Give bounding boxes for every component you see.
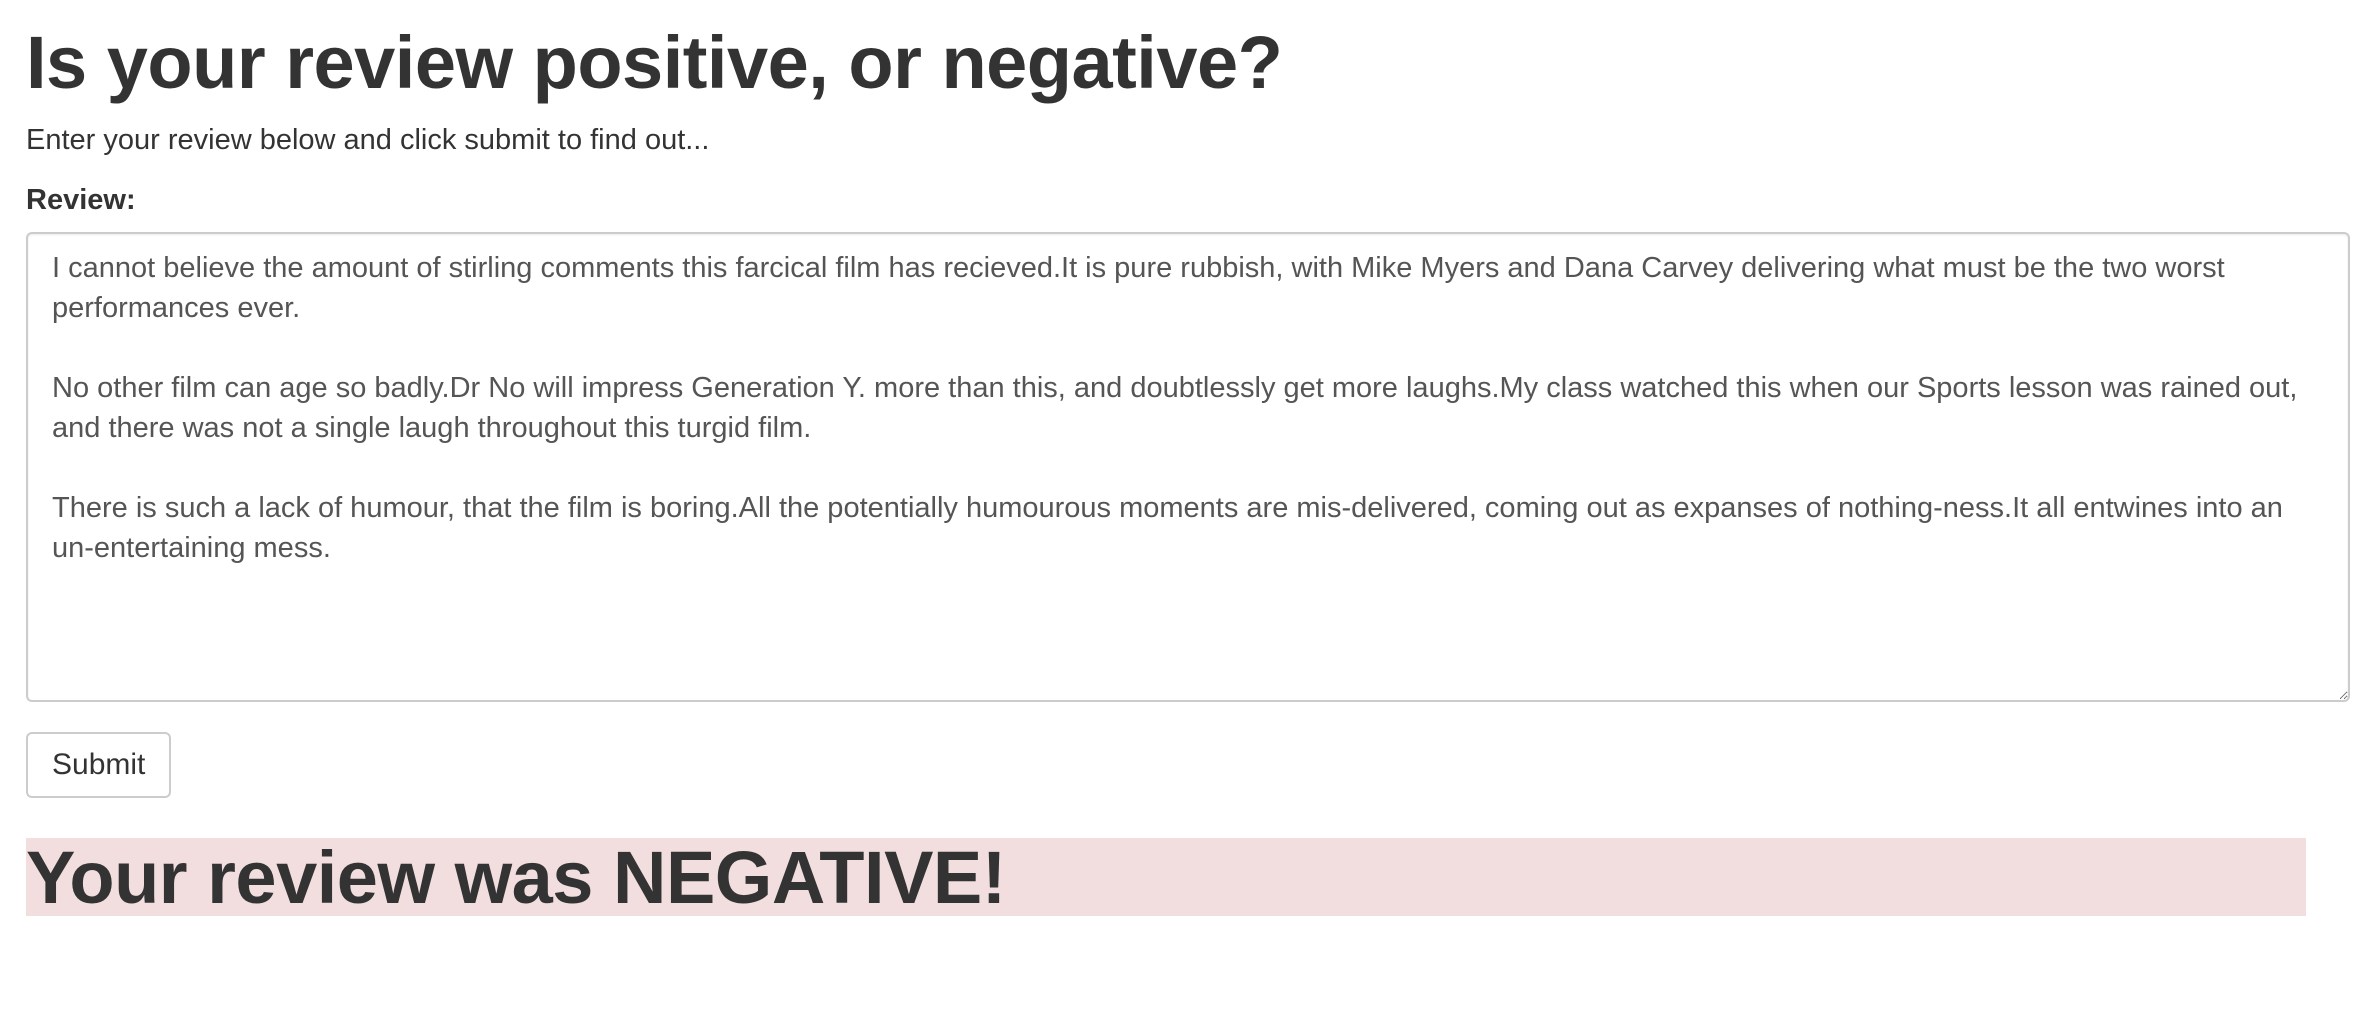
page-title: Is your review positive, or negative? xyxy=(26,21,1283,104)
page-subtitle: Enter your review below and click submit… xyxy=(26,124,710,156)
page: Is your review positive, or negative? En… xyxy=(0,0,2378,1012)
result-text: Your review was NEGATIVE! xyxy=(26,838,1006,916)
result-banner: Your review was NEGATIVE! xyxy=(26,838,2306,916)
submit-button[interactable]: Submit xyxy=(26,732,172,798)
review-label: Review: xyxy=(26,184,136,216)
review-textarea[interactable]: I cannot believe the amount of stirling … xyxy=(26,232,2350,702)
